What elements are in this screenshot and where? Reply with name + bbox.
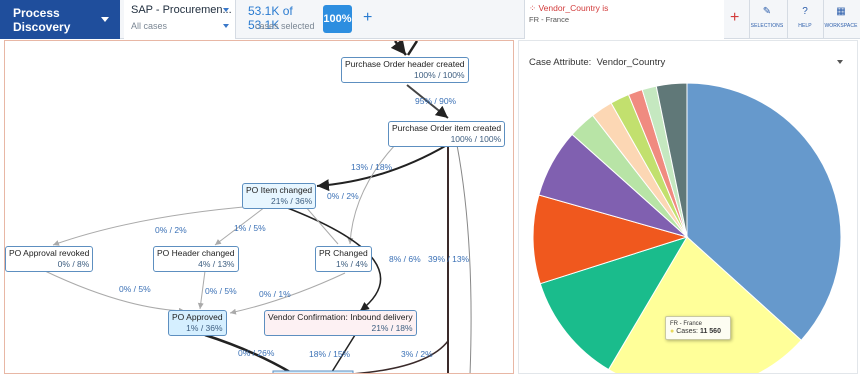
add-filter-button[interactable]: + — [363, 8, 372, 28]
edge-label: 95% / 90% — [415, 96, 457, 106]
chevron-down-icon[interactable] — [223, 24, 229, 28]
node-stat: 0% / 8% — [57, 259, 90, 269]
process-node[interactable]: PR Changed 1% / 4% — [315, 246, 372, 272]
process-node[interactable]: PO Approved 1% / 36% — [168, 310, 227, 336]
node-name: PO Approved — [172, 312, 223, 322]
node-name: PO Approval revoked — [9, 248, 90, 258]
pencil-icon: ✎ — [762, 6, 772, 17]
help-label: HELP — [798, 23, 812, 29]
node-name: Vendor Confirmation: Inbound delivery — [268, 312, 413, 322]
workspace-label: WORKSPACE — [824, 23, 858, 29]
edge-label: 0% / 5% — [205, 286, 237, 296]
filter-value: FR - France — [529, 15, 570, 24]
node-name: Purchase Order header created — [345, 59, 465, 69]
tooltip-cases-label: Cases: — [676, 328, 698, 335]
process-node[interactable]: Purchase Order item created 100% / 100% — [388, 121, 506, 147]
case-count-label: cases selected — [255, 21, 315, 31]
case-counter: 53.1K of 53.1K cases selected — [240, 0, 320, 39]
selections-button[interactable]: ✎ SELECTIONS — [749, 0, 784, 39]
process-node[interactable]: PO Item changed 21% / 36% — [242, 183, 317, 209]
edge-label: 0% / 2% — [155, 225, 187, 235]
percent-badge[interactable]: 100% — [323, 5, 352, 33]
node-stat: 1% / 36% — [186, 323, 223, 333]
case-filter-label: All cases — [131, 21, 168, 31]
node-stat: 100% / 100% — [413, 70, 465, 80]
node-name: PO Header changed — [157, 248, 235, 258]
node-name: Purchase Order item created — [392, 123, 502, 133]
node-name: PR Changed — [319, 248, 368, 258]
add-selection-button[interactable]: + — [730, 9, 739, 27]
node-stat: 1% / 4% — [336, 259, 368, 269]
process-node[interactable]: PO Approval revoked 0% / 8% — [5, 246, 94, 272]
edge-label: 0% / 2% — [327, 191, 359, 201]
edge-label: 0% / 5% — [119, 284, 151, 294]
case-attribute-panel: Case Attribute: Vendor_Country FR - Fran… — [518, 40, 858, 374]
help-button[interactable]: ? HELP — [787, 0, 822, 39]
workspace-button[interactable]: ▦ WORKSPACE — [823, 0, 858, 39]
node-stat: 21% / 36% — [271, 196, 313, 206]
filter-title: Vendor_Country is — [538, 3, 609, 13]
top-bar: Process Discovery SAP - Procuremen... Al… — [0, 0, 860, 39]
edge-label: 18% / 15% — [309, 349, 351, 359]
dataset-name: SAP - Procuremen... — [131, 4, 232, 16]
edge-label: 1% / 5% — [234, 223, 266, 233]
question-icon: ? — [802, 6, 808, 17]
edge-label: 39% / 13% — [428, 254, 470, 264]
active-filter[interactable]: ⁘ Vendor_Country is FR - France — [524, 0, 724, 39]
legend-dot-icon: ● — [670, 328, 675, 335]
pie-tooltip: FR - France ● Cases: 11 560 — [665, 316, 731, 340]
node-stat: 4% / 13% — [198, 259, 235, 269]
app-menu-button[interactable]: Process Discovery — [0, 0, 120, 39]
edge-label: 0% / 26% — [238, 348, 275, 358]
dataset-selector[interactable]: SAP - Procuremen... All cases — [124, 0, 236, 39]
node-stat: 21% / 18% — [371, 323, 413, 333]
node-stat: 100% / 100% — [450, 134, 502, 144]
chevron-down-icon[interactable] — [223, 8, 229, 12]
edge-label: 8% / 6% — [389, 254, 421, 264]
process-node[interactable]: Purchase Order header created 100% / 100… — [341, 57, 469, 83]
node-name: PO Item changed — [246, 185, 313, 195]
edge-label: 0% / 1% — [259, 289, 291, 299]
tooltip-cases-value: 11 560 — [699, 328, 721, 335]
edge-label: 13% / 18% — [351, 162, 393, 172]
process-node[interactable]: PO Header changed 4% / 13% — [153, 246, 239, 272]
grid-icon: ▦ — [836, 6, 846, 17]
edge-label: 3% / 2% — [401, 349, 433, 359]
process-map-panel[interactable]: Purchase Order header created 100% / 100… — [4, 40, 514, 374]
tooltip-country: FR - France — [670, 321, 703, 327]
selections-label: SELECTIONS — [750, 23, 784, 29]
process-node[interactable]: Vendor Confirmation: Inbound delivery 21… — [264, 310, 417, 336]
chevron-down-icon — [101, 17, 109, 22]
